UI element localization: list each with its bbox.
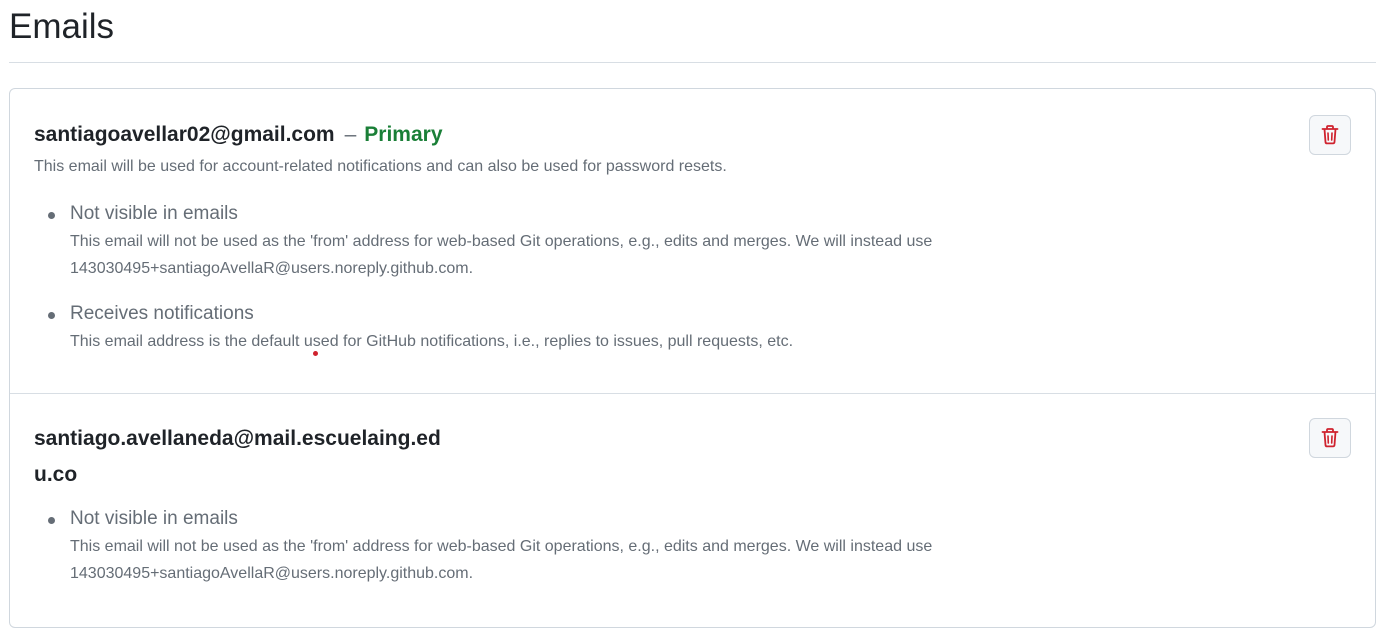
email-address: santiagoavellar02@gmail.com (34, 123, 335, 146)
page-title: Emails (9, 7, 115, 46)
property-description: This email will not be used as the 'from… (70, 233, 933, 277)
email-item-primary: santiagoavellar02@gmail.com – Primary This… (10, 89, 1375, 394)
email-address-line-2: u.co (34, 463, 78, 486)
property-title: Not visible in emails (70, 203, 238, 224)
property-title: Not visible in emails (70, 508, 238, 529)
email-description: This email will be used for account-rela… (34, 158, 727, 175)
property-description: This email address is the default used f… (70, 333, 794, 350)
email-separator: – (344, 123, 357, 146)
page-header: Emails (9, 0, 1376, 63)
property-description: This email will not be used as the 'from… (70, 538, 933, 582)
trash-icon (1321, 125, 1339, 145)
delete-email-button[interactable] (1309, 115, 1351, 155)
email-item-secondary: santiago.avellaneda@mail.escuelaing.ed u… (10, 394, 1375, 627)
emails-settings-page: Emails santiagoavellar02@gmail.com – Prima… (0, 0, 1381, 636)
delete-email-button[interactable] (1309, 418, 1351, 458)
cursor-marker (313, 351, 318, 356)
property-title: Receives notifications (70, 303, 254, 324)
bullet (48, 517, 55, 524)
primary-badge: Primary (364, 123, 443, 146)
bullet (48, 212, 55, 219)
trash-icon (1321, 428, 1339, 448)
email-address-line-1: santiago.avellaneda@mail.escuelaing.ed (34, 427, 441, 450)
email-address-line: santiagoavellar02@gmail.com – Primary (34, 117, 443, 153)
email-list: santiagoavellar02@gmail.com – Primary This… (9, 88, 1376, 628)
bullet (48, 312, 55, 319)
